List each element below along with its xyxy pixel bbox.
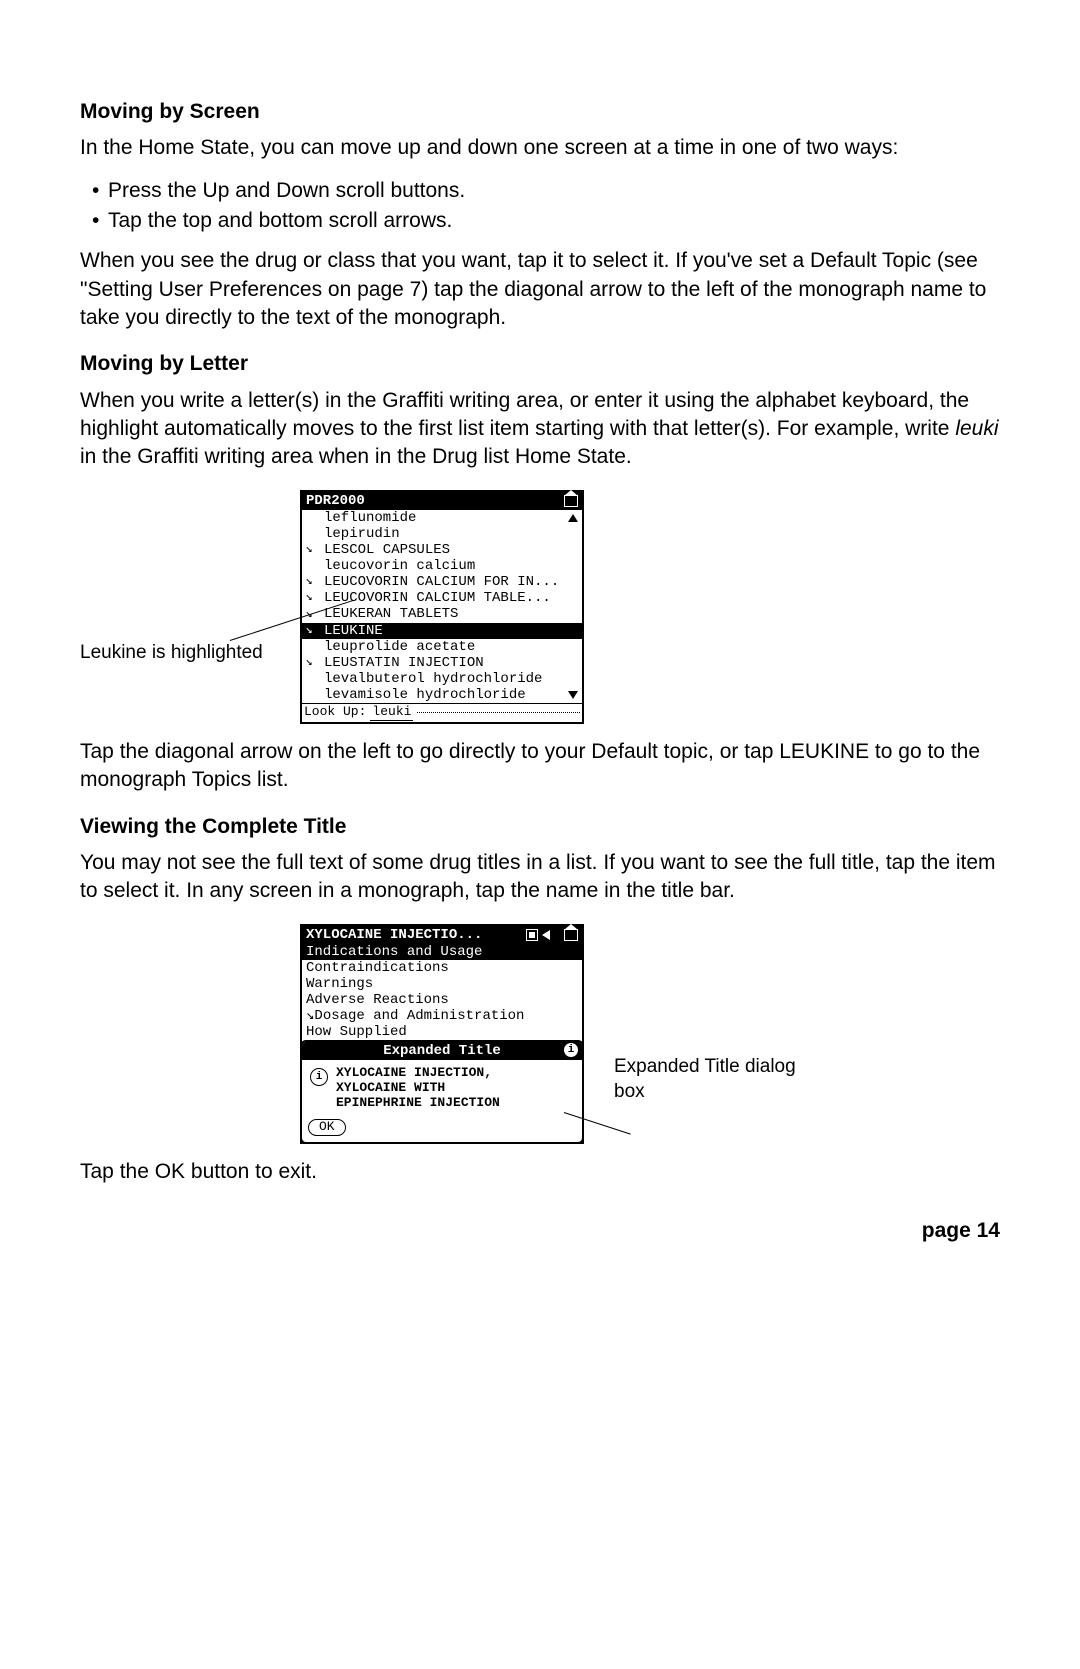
heading-moving-by-screen: Moving by Screen bbox=[80, 98, 1000, 126]
callout-leukine: Leukine is highlighted bbox=[80, 490, 300, 666]
palm-title-bar[interactable]: PDR2000 bbox=[302, 492, 582, 510]
para: In the Home State, you can move up and d… bbox=[80, 134, 1000, 162]
lookup-row[interactable]: Look Up: leuki bbox=[302, 703, 582, 722]
drug-list-item[interactable]: ↘ LESCOL CAPSULES bbox=[302, 542, 582, 558]
palm-title: PDR2000 bbox=[306, 493, 365, 509]
dialog-text: EPINEPHRINE INJECTION bbox=[336, 1096, 500, 1111]
home-icon[interactable] bbox=[564, 495, 578, 507]
para: You may not see the full text of some dr… bbox=[80, 849, 1000, 906]
palm-screen-monograph: XYLOCAINE INJECTIO... Indications and Us… bbox=[300, 924, 584, 1145]
drug-name: levalbuterol hydrochloride bbox=[324, 671, 542, 687]
drug-name: leuprolide acetate bbox=[324, 639, 475, 655]
drug-list-item[interactable]: ↘ LEUSTATIN INJECTION bbox=[302, 655, 582, 671]
scroll-down-arrow-icon[interactable] bbox=[568, 691, 578, 699]
palm-screen-druglist: PDR2000 leflunomidelepirudin ↘ LESCOL CAPS… bbox=[300, 490, 584, 724]
drug-name: leucovorin calcium bbox=[324, 558, 475, 574]
bullet-item: Press the Up and Down scroll buttons. bbox=[108, 177, 1000, 205]
bullet-item: Tap the top and bottom scroll arrows. bbox=[108, 207, 1000, 235]
info-icon[interactable]: i bbox=[564, 1043, 578, 1057]
topic-item[interactable]: Adverse Reactions bbox=[302, 992, 582, 1008]
dialog-text: XYLOCAINE INJECTION, bbox=[336, 1066, 500, 1081]
drug-name: LEUSTATIN INJECTION bbox=[324, 655, 484, 671]
lookup-dots bbox=[417, 712, 580, 713]
para: Tap the diagonal arrow on the left to go… bbox=[80, 738, 1000, 795]
page-number: page 14 bbox=[80, 1217, 1000, 1245]
topic-item[interactable]: Warnings bbox=[302, 976, 582, 992]
para: When you see the drug or class that you … bbox=[80, 247, 1000, 332]
drug-name: levamisole hydrochloride bbox=[324, 687, 526, 703]
text: in the Graffiti writing area when in the… bbox=[80, 445, 632, 468]
palm-list: leflunomidelepirudin ↘ LESCOL CAPSULESleuc… bbox=[302, 510, 582, 703]
topic-item[interactable]: ↘Dosage and Administration bbox=[302, 1008, 582, 1024]
drug-list-item-selected[interactable]: ↘ LEUKINE bbox=[302, 623, 582, 639]
info-icon: i bbox=[310, 1068, 328, 1086]
text-em: leuki bbox=[955, 417, 998, 440]
drug-name: LESCOL CAPSULES bbox=[324, 542, 450, 558]
ok-button[interactable]: OK bbox=[308, 1119, 346, 1136]
figure-expanded-title: XYLOCAINE INJECTIO... Indications and Us… bbox=[80, 924, 1000, 1145]
drug-list-item[interactable]: ↘ LEUCOVORIN CALCIUM FOR IN... bbox=[302, 574, 582, 590]
lookup-value[interactable]: leuki bbox=[370, 705, 413, 721]
dialog-text: XYLOCAINE WITH bbox=[336, 1081, 500, 1096]
dialog-title-text: Expanded Title bbox=[383, 1043, 501, 1059]
scroll-up-arrow-icon[interactable] bbox=[568, 514, 578, 522]
callout-text: Leukine is highlighted bbox=[80, 642, 263, 663]
heading-moving-by-letter: Moving by Letter bbox=[80, 350, 1000, 378]
figure-drug-list: Leukine is highlighted PDR2000 leflunomi… bbox=[80, 490, 1000, 724]
drug-name: LEUCOVORIN CALCIUM TABLE... bbox=[324, 590, 551, 606]
expanded-title-dialog: Expanded Title i i XYLOCAINE INJECTION, … bbox=[300, 1040, 584, 1144]
diagonal-arrow-icon[interactable]: ↘ bbox=[304, 543, 314, 557]
drug-list-item[interactable]: leflunomide bbox=[302, 510, 582, 526]
topic-item-selected[interactable]: Indications and Usage bbox=[302, 944, 582, 960]
diagonal-arrow-icon[interactable]: ↘ bbox=[304, 575, 314, 589]
drug-name: lepirudin bbox=[324, 526, 400, 542]
text: When you write a letter(s) in the Graffi… bbox=[80, 389, 969, 440]
palm-topic-list: Indications and UsageContraindicationsWa… bbox=[302, 944, 582, 1041]
palm-title-bar[interactable]: XYLOCAINE INJECTIO... bbox=[302, 926, 582, 944]
drug-list-item[interactable]: ↘ LEUCOVORIN CALCIUM TABLE... bbox=[302, 590, 582, 606]
diagonal-arrow-icon[interactable]: ↘ bbox=[304, 591, 314, 605]
topic-item[interactable]: Contraindications bbox=[302, 960, 582, 976]
drug-name: LEUKINE bbox=[324, 623, 383, 639]
drug-list-item[interactable]: leucovorin calcium bbox=[302, 558, 582, 574]
dialog-body: i XYLOCAINE INJECTION, XYLOCAINE WITH EP… bbox=[302, 1060, 582, 1115]
diagonal-arrow-icon[interactable]: ↘ bbox=[304, 656, 314, 670]
home-icon[interactable] bbox=[564, 929, 578, 941]
para: Tap the OK button to exit. bbox=[80, 1158, 1000, 1186]
diagonal-arrow-icon[interactable]: ↘ bbox=[304, 624, 314, 638]
drug-list-item[interactable]: lepirudin bbox=[302, 526, 582, 542]
callout-text: Expanded Title dialog box bbox=[614, 1056, 796, 1103]
heading-viewing-complete-title: Viewing the Complete Title bbox=[80, 813, 1000, 841]
bullet-list: Press the Up and Down scroll buttons. Ta… bbox=[80, 177, 1000, 236]
para: When you write a letter(s) in the Graffi… bbox=[80, 387, 1000, 472]
drug-list-item[interactable]: ↘LEUKERAN TABLETS bbox=[302, 606, 582, 622]
note-icon[interactable] bbox=[526, 929, 538, 941]
drug-name: LEUKERAN TABLETS bbox=[324, 606, 458, 622]
callout-expanded-title: Expanded Title dialog box bbox=[584, 924, 814, 1105]
drug-list-item[interactable]: leuprolide acetate bbox=[302, 639, 582, 655]
drug-name: LEUCOVORIN CALCIUM FOR IN... bbox=[324, 574, 559, 590]
lookup-label: Look Up: bbox=[304, 705, 366, 720]
topic-item[interactable]: How Supplied bbox=[302, 1024, 582, 1040]
back-arrow-icon[interactable] bbox=[542, 930, 550, 940]
drug-name: leflunomide bbox=[324, 510, 416, 526]
drug-list-item[interactable]: levalbuterol hydrochloride bbox=[302, 671, 582, 687]
dialog-title-bar: Expanded Title i bbox=[302, 1042, 582, 1060]
palm-title: XYLOCAINE INJECTIO... bbox=[306, 927, 522, 943]
drug-list-item[interactable]: levamisole hydrochloride bbox=[302, 687, 582, 703]
